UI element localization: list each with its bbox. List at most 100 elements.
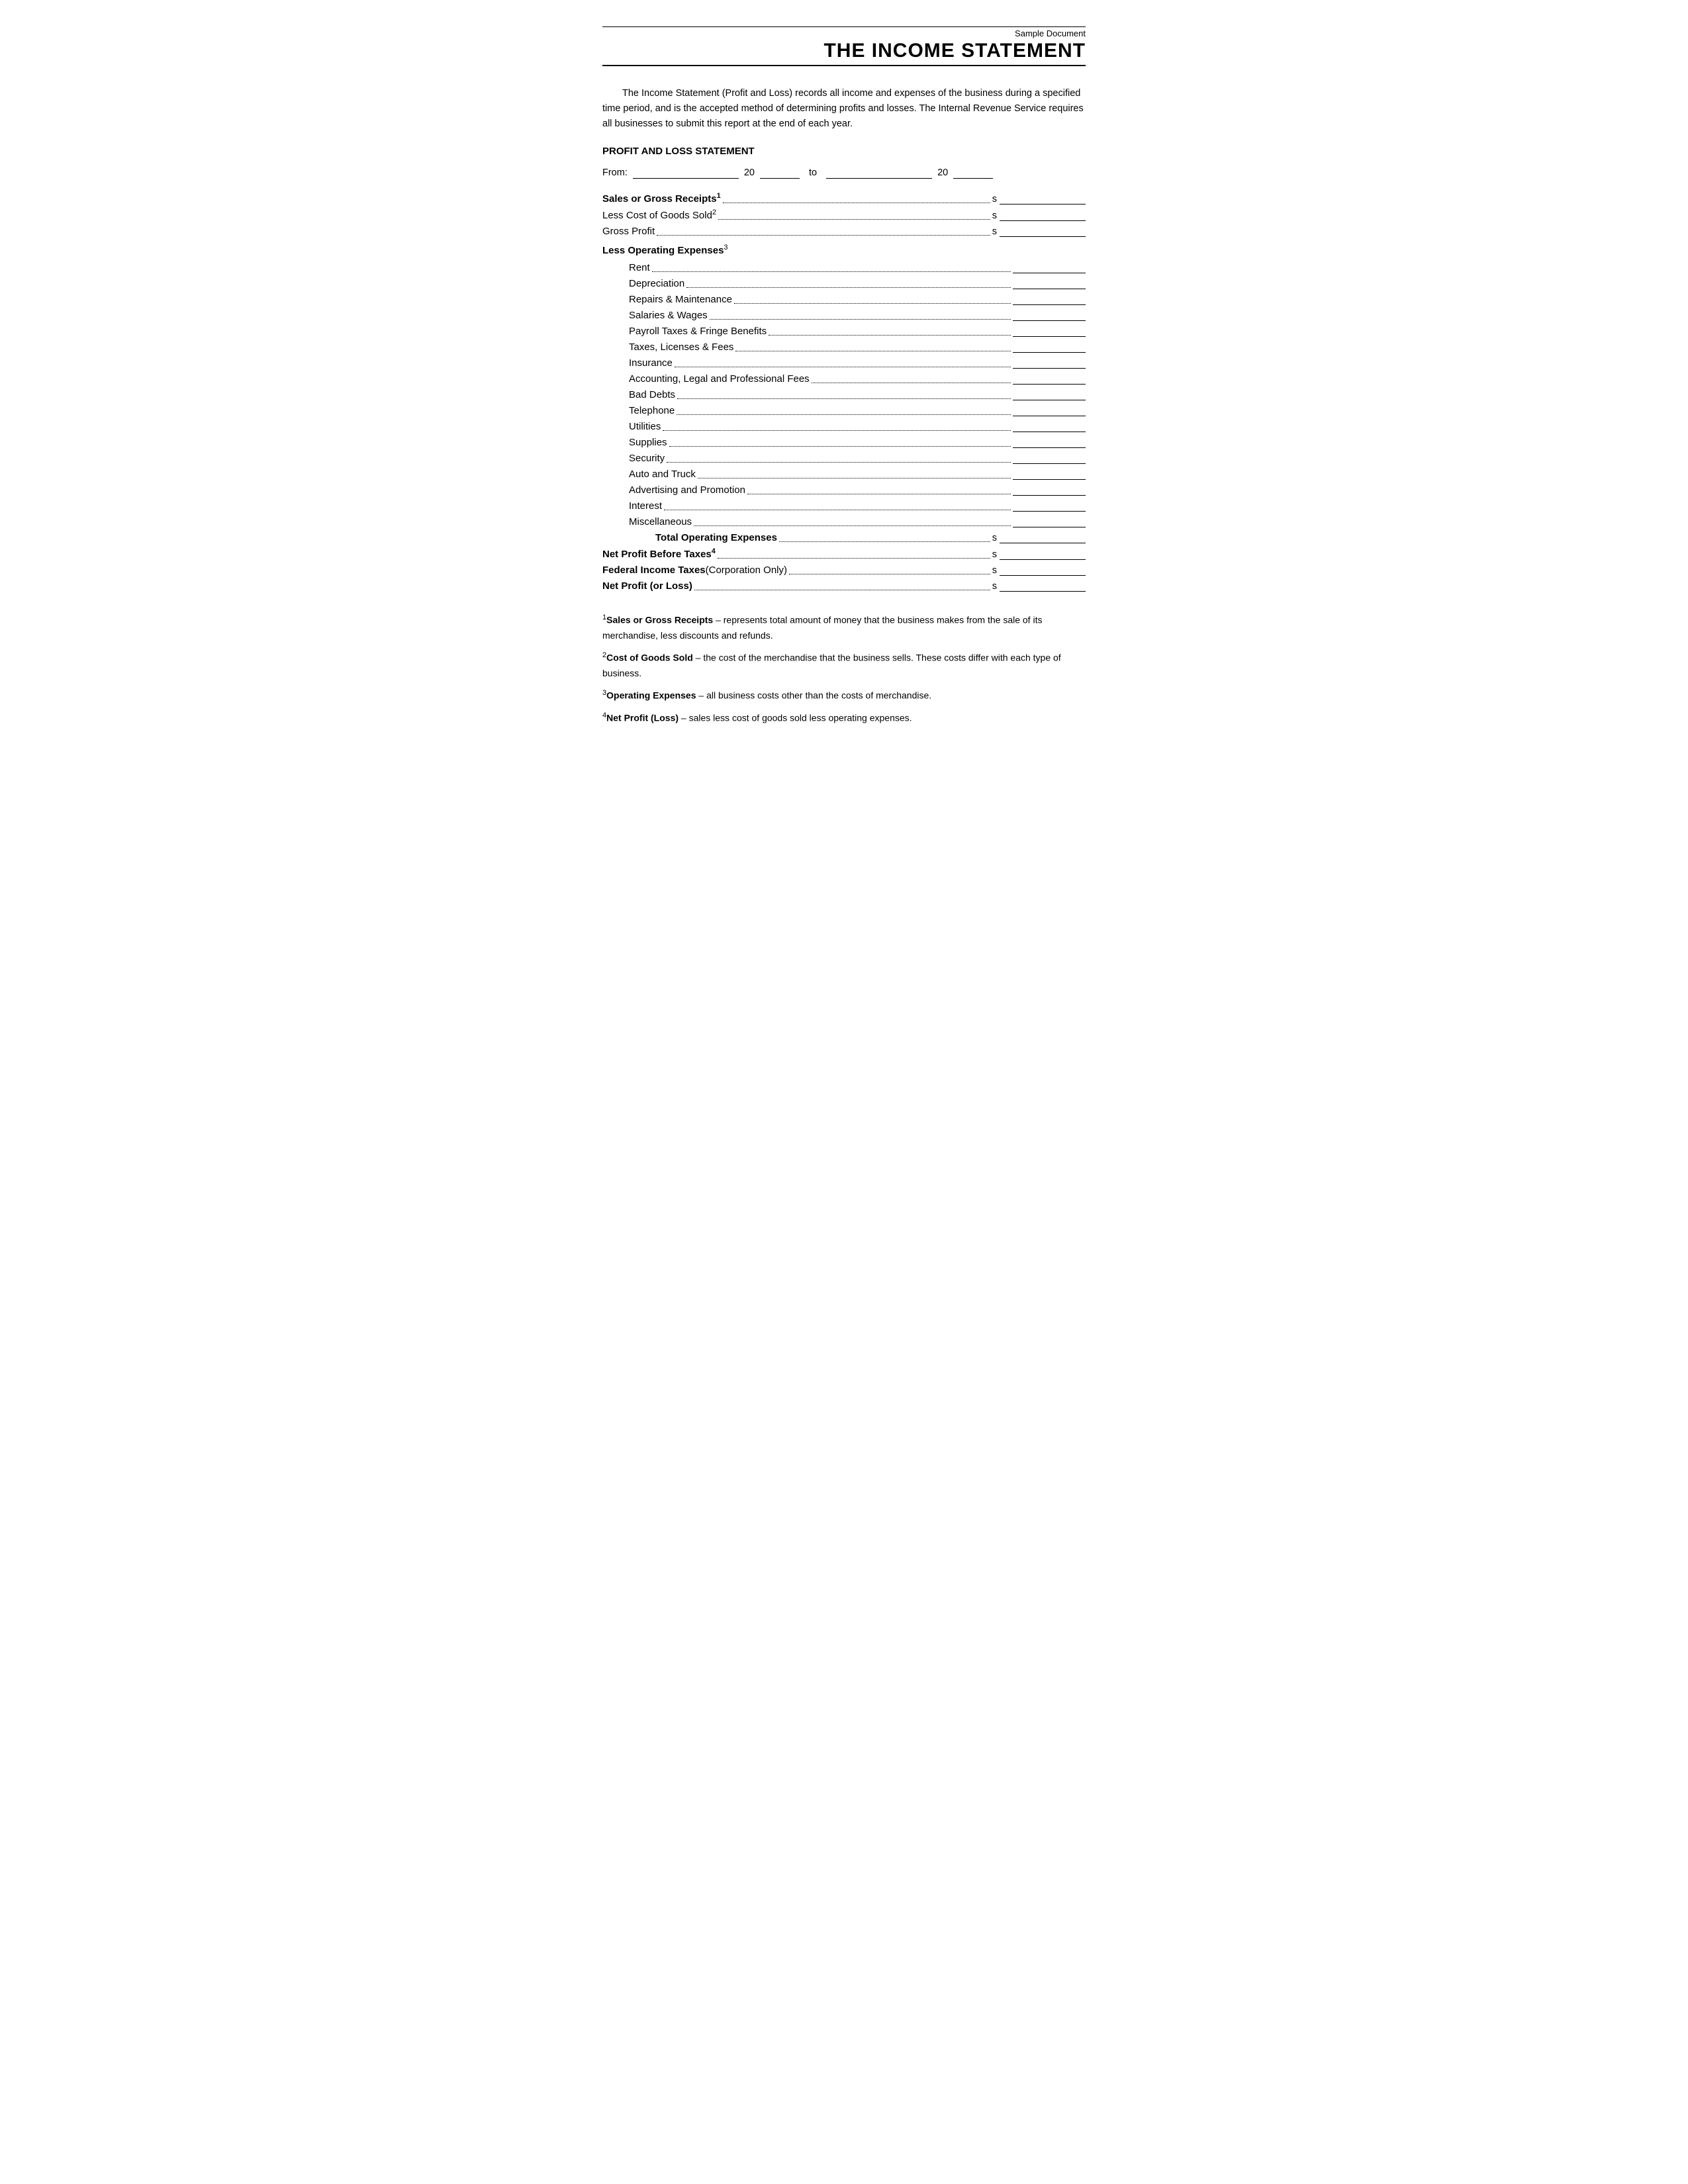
gross-profit-dollar: s [992, 226, 997, 237]
cogs-dots [718, 219, 990, 220]
bottom-rows: Net Profit Before Taxes4 s Federal Incom… [602, 547, 1086, 592]
expense-row-9: Telephone [629, 404, 1086, 416]
footnote-bold-0: Sales or Gross Receipts [606, 614, 713, 625]
bottom-row-1: Federal Income Taxes (Corporation Only) … [602, 564, 1086, 576]
expense-amount-0[interactable] [1013, 261, 1086, 273]
year2-label: 20 [937, 167, 948, 178]
bottom-label-1: Federal Income Taxes [602, 565, 706, 576]
expense-dots-11 [669, 446, 1011, 447]
expense-row-2: Repairs & Maintenance [629, 293, 1086, 305]
bottom-dollar-1: s [992, 565, 997, 576]
expense-label-6: Insurance [629, 357, 673, 369]
expense-row-3: Salaries & Wages [629, 309, 1086, 321]
expense-label-11: Supplies [629, 437, 667, 448]
total-operating-dots [779, 541, 990, 542]
total-operating-amount[interactable] [1000, 531, 1086, 543]
expense-dots-12 [667, 462, 1011, 463]
cogs-amount[interactable] [1000, 209, 1086, 221]
expense-amount-2[interactable] [1013, 293, 1086, 305]
gross-profit-dots [657, 235, 990, 236]
expense-amount-12[interactable] [1013, 452, 1086, 464]
total-operating-row: Total Operating Expenses s [602, 531, 1086, 543]
bottom-amount-1[interactable] [1000, 564, 1086, 576]
expense-label-5: Taxes, Licenses & Fees [629, 341, 733, 353]
expense-row-0: Rent [629, 261, 1086, 273]
expense-amount-3[interactable] [1013, 309, 1086, 321]
expense-amount-5[interactable] [1013, 341, 1086, 353]
sales-amount[interactable] [1000, 193, 1086, 205]
expense-label-13: Auto and Truck [629, 469, 696, 480]
expense-amount-8[interactable] [1013, 388, 1086, 400]
sales-row: Sales or Gross Receipts1 s [602, 192, 1086, 205]
expense-rows: Rent Depreciation Repairs & Maintenance … [629, 261, 1086, 527]
expense-amount-4[interactable] [1013, 325, 1086, 337]
main-title: THE INCOME STATEMENT [823, 40, 1086, 62]
bottom-dots-0 [718, 558, 990, 559]
expense-row-14: Advertising and Promotion [629, 484, 1086, 496]
to-label: to [809, 167, 817, 178]
sales-label: Sales or Gross Receipts1 [602, 192, 721, 205]
expense-amount-15[interactable] [1013, 500, 1086, 512]
expense-label-12: Security [629, 453, 665, 464]
cogs-dollar: s [992, 210, 997, 221]
expense-amount-13[interactable] [1013, 468, 1086, 480]
expense-row-4: Payroll Taxes & Fringe Benefits [629, 325, 1086, 337]
expense-label-16: Miscellaneous [629, 516, 692, 527]
footnote-bold-2: Operating Expenses [606, 690, 696, 701]
expense-row-11: Supplies [629, 436, 1086, 448]
expense-row-7: Accounting, Legal and Professional Fees [629, 373, 1086, 385]
footnotes-area: 1Sales or Gross Receipts – represents to… [602, 612, 1086, 726]
intro-text: The Income Statement (Profit and Loss) r… [602, 86, 1086, 132]
expense-row-6: Insurance [629, 357, 1086, 369]
bottom-dollar-0: s [992, 549, 997, 560]
expense-amount-7[interactable] [1013, 373, 1086, 385]
footnote-rest-3: – sales less cost of goods sold less ope… [679, 712, 912, 723]
from-date-field[interactable] [633, 167, 739, 179]
year1-label: 20 [744, 167, 755, 178]
footnote-0: 1Sales or Gross Receipts – represents to… [602, 612, 1086, 644]
expense-amount-14[interactable] [1013, 484, 1086, 496]
header: Sample Document THE INCOME STATEMENT [602, 26, 1086, 66]
expense-label-3: Salaries & Wages [629, 310, 708, 321]
to-date-field[interactable] [826, 167, 932, 179]
expense-row-1: Depreciation [629, 277, 1086, 289]
expense-label-0: Rent [629, 262, 650, 273]
expense-amount-9[interactable] [1013, 404, 1086, 416]
expense-dots-4 [769, 335, 1011, 336]
total-operating-dollar: s [992, 533, 997, 543]
expense-row-13: Auto and Truck [629, 468, 1086, 480]
expense-amount-1[interactable] [1013, 277, 1086, 289]
section-title: PROFIT AND LOSS STATEMENT [602, 146, 1086, 157]
sample-doc-label: Sample Document [1015, 28, 1086, 38]
bottom-dollar-2: s [992, 581, 997, 592]
footnote-3: 4Net Profit (Loss) – sales less cost of … [602, 709, 1086, 726]
year1-field[interactable] [760, 167, 800, 179]
expense-label-7: Accounting, Legal and Professional Fees [629, 373, 810, 385]
cogs-row: Less Cost of Goods Sold2 s [602, 208, 1086, 221]
expense-dots-8 [677, 398, 1011, 399]
expense-amount-16[interactable] [1013, 516, 1086, 527]
bottom-amount-2[interactable] [1000, 580, 1086, 592]
gross-profit-row: Gross Profit s [602, 225, 1086, 237]
expense-label-9: Telephone [629, 405, 675, 416]
bottom-amount-0[interactable] [1000, 548, 1086, 560]
expense-dots-0 [652, 271, 1011, 272]
footnote-rest-2: – all business costs other than the cost… [696, 690, 932, 701]
bottom-label-0: Net Profit Before Taxes4 [602, 547, 716, 560]
footnote-bold-3: Net Profit (Loss) [606, 712, 679, 723]
expense-amount-10[interactable] [1013, 420, 1086, 432]
footnote-bold-1: Cost of Goods Sold [606, 652, 693, 662]
gross-profit-label: Gross Profit [602, 226, 655, 237]
expense-amount-11[interactable] [1013, 436, 1086, 448]
footnote-1: 2Cost of Goods Sold – the cost of the me… [602, 649, 1086, 682]
expense-label-2: Repairs & Maintenance [629, 294, 732, 305]
cogs-label: Less Cost of Goods Sold2 [602, 208, 716, 221]
bottom-row-2: Net Profit (or Loss) s [602, 580, 1086, 592]
expense-dots-16 [694, 525, 1011, 526]
expense-amount-6[interactable] [1013, 357, 1086, 369]
expense-dots-9 [677, 414, 1011, 415]
year2-field[interactable] [953, 167, 993, 179]
main-rows: Sales or Gross Receipts1 s Less Cost of … [602, 192, 1086, 237]
footnote-2: 3Operating Expenses – all business costs… [602, 687, 1086, 704]
gross-profit-amount[interactable] [1000, 225, 1086, 237]
